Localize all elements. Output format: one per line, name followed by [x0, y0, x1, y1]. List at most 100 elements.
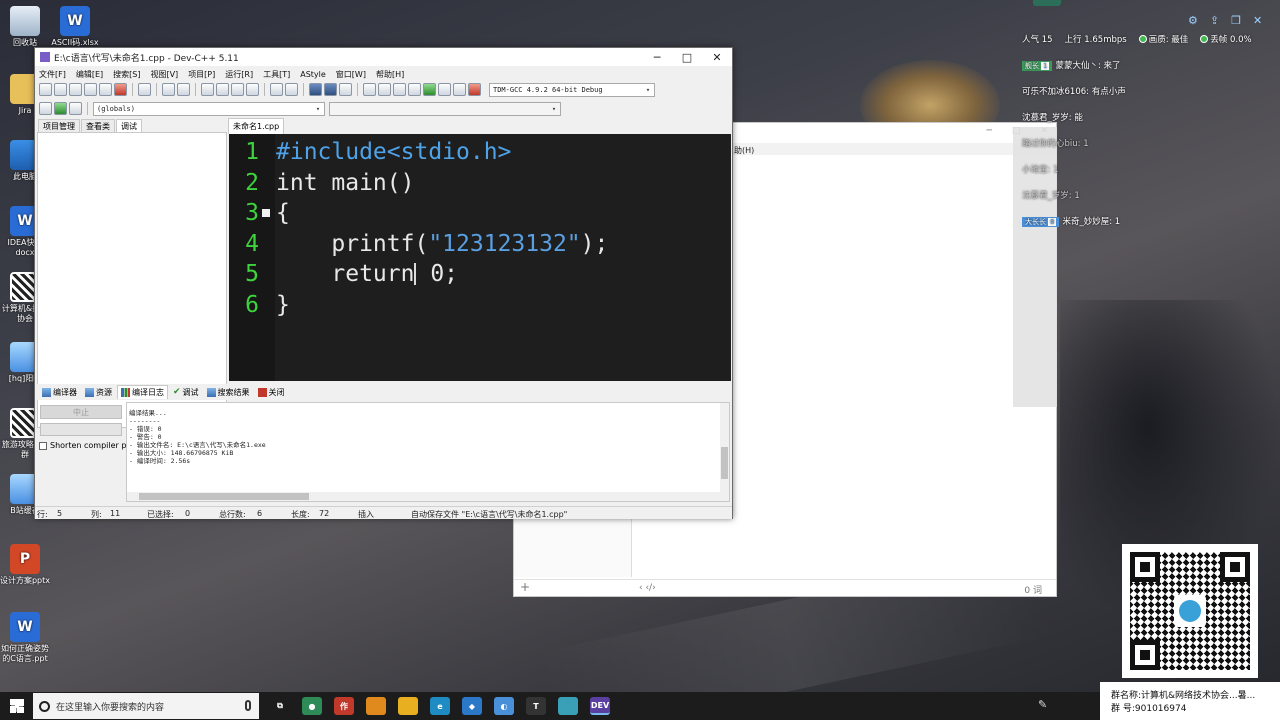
- code-line[interactable]: 4 printf("123123132");: [229, 229, 731, 260]
- code-line[interactable]: 6}: [229, 290, 731, 321]
- maximize-icon[interactable]: □: [672, 48, 702, 66]
- add-to-project-icon[interactable]: [54, 102, 67, 115]
- find-next-icon[interactable]: [231, 83, 244, 96]
- replace-icon[interactable]: [216, 83, 229, 96]
- fold-marker-icon[interactable]: [262, 209, 270, 217]
- goto-line-icon[interactable]: [246, 83, 259, 96]
- compile-log-output[interactable]: 编译结果... -------- - 错误: 0- 警告: 0- 输出文件名: E:…: [126, 402, 730, 502]
- pen-icon[interactable]: ✎: [1038, 698, 1047, 711]
- app-blue-icon[interactable]: ◆: [462, 697, 482, 715]
- tab-debug-output[interactable]: ✔ 调试: [170, 386, 202, 399]
- desktop-icon[interactable]: W ASCII码.xlsx: [48, 6, 102, 48]
- tab-close[interactable]: 关闭: [255, 386, 288, 399]
- code-area[interactable]: 1 #include<stdio.h> 2 int main() 3{4 printf(…: [229, 137, 731, 320]
- typora-icon[interactable]: T: [526, 697, 546, 715]
- code-editor[interactable]: 1 #include<stdio.h> 2 int main() 3{4 printf(…: [229, 134, 731, 381]
- tab-project[interactable]: 项目管理: [38, 119, 80, 133]
- scope-select[interactable]: (globals) ▾: [93, 101, 325, 116]
- app-red-icon[interactable]: 作: [334, 697, 354, 715]
- horizontal-scrollbar[interactable]: [127, 492, 729, 501]
- tab-search-results[interactable]: 搜索结果: [204, 386, 253, 399]
- save-icon[interactable]: [69, 83, 82, 96]
- function-select[interactable]: ▾: [329, 101, 561, 116]
- redo-icon[interactable]: [177, 83, 190, 96]
- add-button[interactable]: +: [520, 580, 530, 594]
- menu-item[interactable]: AStyle: [300, 70, 326, 79]
- find-icon[interactable]: [201, 83, 214, 96]
- gear-icon[interactable]: ⚙: [1188, 14, 1198, 27]
- prev-icon[interactable]: [309, 83, 322, 96]
- menu-item[interactable]: 搜索[S]: [113, 69, 140, 80]
- app-circle-icon[interactable]: ◐: [494, 697, 514, 715]
- overlay-drag-handle[interactable]: [1033, 0, 1061, 6]
- compiler-select[interactable]: TDM-GCC 4.9.2 64-bit Debug ▾: [489, 82, 655, 97]
- shorten-compiler-paths[interactable]: Shorten compiler pa: [39, 441, 131, 450]
- run-icon[interactable]: [378, 83, 391, 96]
- menu-item[interactable]: 视图[V]: [150, 69, 178, 80]
- stop-execution-icon[interactable]: [438, 83, 451, 96]
- windows-start-icon[interactable]: [10, 699, 24, 713]
- vertical-scrollbar[interactable]: [720, 403, 729, 493]
- taskbar-search[interactable]: 在这里输入你要搜索的内容: [33, 693, 259, 719]
- menu-item[interactable]: 编辑[E]: [76, 69, 103, 80]
- minimize-icon[interactable]: ─: [642, 48, 672, 66]
- tab-compiler[interactable]: 编译器: [39, 386, 80, 399]
- app-cyan-icon[interactable]: [558, 697, 578, 715]
- desktop-icon[interactable]: W 如何正确姿势的C语言.ppt: [0, 612, 52, 664]
- menu-item[interactable]: 运行[R]: [225, 69, 253, 80]
- profile-icon[interactable]: [453, 83, 466, 96]
- devcpp-titlebar[interactable]: E:\c语言\代写\未命名1.cpp - Dev-C++ 5.11 ─ □ ✕: [35, 48, 732, 66]
- debug-icon[interactable]: [468, 83, 481, 96]
- print-icon[interactable]: [138, 83, 151, 96]
- close-file-icon[interactable]: [99, 83, 112, 96]
- edge-icon[interactable]: e: [430, 697, 450, 715]
- minimize-icon[interactable]: ─: [987, 126, 992, 136]
- menu-item[interactable]: 工具[T]: [263, 69, 290, 80]
- close-all-icon[interactable]: [114, 83, 127, 96]
- tab-debug[interactable]: 调试: [116, 119, 142, 133]
- indent-icon[interactable]: [270, 83, 283, 96]
- nav-controls[interactable]: ‹ ‹/›: [639, 583, 656, 593]
- code-line[interactable]: 3{: [229, 198, 731, 229]
- scrollbar-thumb[interactable]: [139, 493, 309, 500]
- menu-item[interactable]: 项目[P]: [188, 69, 215, 80]
- scrollbar-thumb[interactable]: [721, 447, 728, 479]
- menu-item[interactable]: 帮助[H]: [376, 69, 404, 80]
- compile-icon[interactable]: [363, 83, 376, 96]
- menu-item[interactable]: 文件[F]: [39, 69, 66, 80]
- bookmark-icon[interactable]: [339, 83, 352, 96]
- open-file-icon[interactable]: [54, 83, 67, 96]
- new-file-icon[interactable]: [39, 83, 52, 96]
- export-icon[interactable]: ⇪: [1210, 14, 1219, 27]
- save-all-icon[interactable]: [84, 83, 97, 96]
- undo-icon[interactable]: [162, 83, 175, 96]
- tab-classes[interactable]: 查看类: [81, 119, 115, 133]
- unindent-icon[interactable]: [285, 83, 298, 96]
- code-line[interactable]: 1 #include<stdio.h>: [229, 137, 731, 168]
- close-icon[interactable]: ✕: [1253, 14, 1262, 27]
- next-icon[interactable]: [324, 83, 337, 96]
- tab-resources[interactable]: 资源: [82, 386, 115, 399]
- stop-button[interactable]: 中止: [40, 405, 122, 419]
- close-icon[interactable]: ✕: [702, 48, 732, 66]
- menu-item[interactable]: 窗口[W]: [336, 69, 366, 80]
- background-menu-help[interactable]: 助(H): [734, 145, 754, 156]
- task-view-icon[interactable]: ⧉: [270, 697, 290, 715]
- editor-file-tab[interactable]: 未命名1.cpp: [228, 118, 285, 134]
- syntax-check-icon[interactable]: [423, 83, 436, 96]
- restore-icon[interactable]: ❐: [1231, 14, 1241, 27]
- desktop-icon[interactable]: P 设计方案pptx: [0, 544, 52, 586]
- shorten-checkbox[interactable]: [39, 441, 47, 450]
- new-project-icon[interactable]: [39, 102, 52, 115]
- code-line[interactable]: 5 return 0;: [229, 259, 731, 290]
- desktop-icon[interactable]: 回收站: [0, 6, 52, 48]
- rebuild-icon[interactable]: [408, 83, 421, 96]
- microphone-icon[interactable]: [245, 700, 251, 711]
- tab-compile-log[interactable]: 编译日志: [117, 385, 168, 399]
- chrome-icon[interactable]: ●: [302, 697, 322, 715]
- compile-run-icon[interactable]: [393, 83, 406, 96]
- app-yellow-icon[interactable]: [398, 697, 418, 715]
- devcpp-icon[interactable]: DEV: [590, 697, 610, 715]
- code-line[interactable]: 2 int main(): [229, 168, 731, 199]
- app-orange-icon[interactable]: [366, 697, 386, 715]
